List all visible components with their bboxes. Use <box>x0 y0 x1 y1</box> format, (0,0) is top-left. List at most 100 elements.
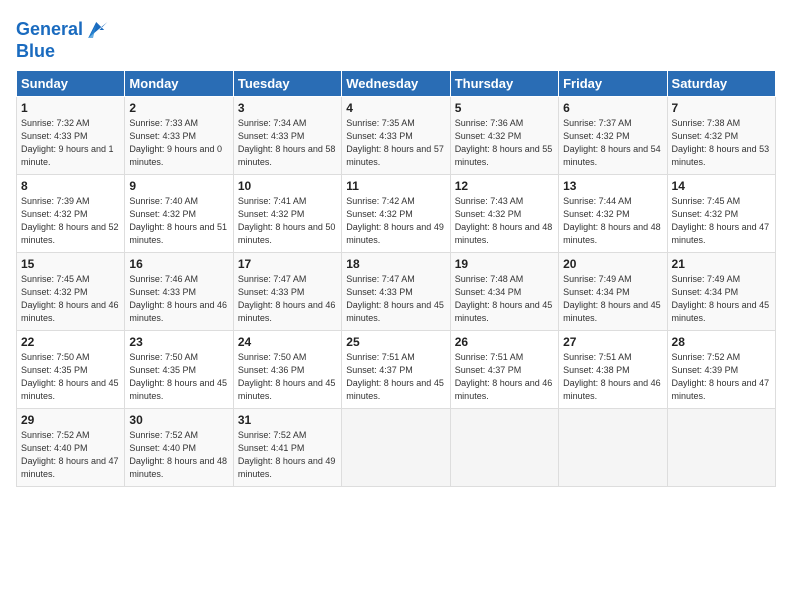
day-number: 30 <box>129 413 228 427</box>
logo-icon <box>85 18 109 42</box>
weekday-friday: Friday <box>559 70 667 96</box>
day-number: 5 <box>455 101 554 115</box>
day-info: Sunrise: 7:49 AM Sunset: 4:34 PM Dayligh… <box>672 273 771 325</box>
calendar-cell: 2 Sunrise: 7:33 AM Sunset: 4:33 PM Dayli… <box>125 96 233 174</box>
day-info: Sunrise: 7:34 AM Sunset: 4:33 PM Dayligh… <box>238 117 337 169</box>
day-number: 12 <box>455 179 554 193</box>
day-number: 17 <box>238 257 337 271</box>
day-info: Sunrise: 7:51 AM Sunset: 4:38 PM Dayligh… <box>563 351 662 403</box>
calendar-cell: 8 Sunrise: 7:39 AM Sunset: 4:32 PM Dayli… <box>17 174 125 252</box>
calendar-cell: 28 Sunrise: 7:52 AM Sunset: 4:39 PM Dayl… <box>667 330 775 408</box>
calendar-cell <box>667 408 775 486</box>
day-number: 24 <box>238 335 337 349</box>
calendar-table: SundayMondayTuesdayWednesdayThursdayFrid… <box>16 70 776 487</box>
calendar-cell: 20 Sunrise: 7:49 AM Sunset: 4:34 PM Dayl… <box>559 252 667 330</box>
day-info: Sunrise: 7:47 AM Sunset: 4:33 PM Dayligh… <box>346 273 445 325</box>
day-number: 8 <box>21 179 120 193</box>
logo-text2: Blue <box>16 42 109 62</box>
day-info: Sunrise: 7:52 AM Sunset: 4:39 PM Dayligh… <box>672 351 771 403</box>
day-number: 31 <box>238 413 337 427</box>
day-number: 22 <box>21 335 120 349</box>
day-number: 11 <box>346 179 445 193</box>
calendar-cell: 18 Sunrise: 7:47 AM Sunset: 4:33 PM Dayl… <box>342 252 450 330</box>
day-info: Sunrise: 7:33 AM Sunset: 4:33 PM Dayligh… <box>129 117 228 169</box>
week-row-2: 15 Sunrise: 7:45 AM Sunset: 4:32 PM Dayl… <box>17 252 776 330</box>
day-info: Sunrise: 7:50 AM Sunset: 4:35 PM Dayligh… <box>129 351 228 403</box>
day-number: 28 <box>672 335 771 349</box>
calendar-cell: 4 Sunrise: 7:35 AM Sunset: 4:33 PM Dayli… <box>342 96 450 174</box>
day-info: Sunrise: 7:42 AM Sunset: 4:32 PM Dayligh… <box>346 195 445 247</box>
day-info: Sunrise: 7:52 AM Sunset: 4:40 PM Dayligh… <box>21 429 120 481</box>
calendar-cell: 17 Sunrise: 7:47 AM Sunset: 4:33 PM Dayl… <box>233 252 341 330</box>
day-info: Sunrise: 7:52 AM Sunset: 4:41 PM Dayligh… <box>238 429 337 481</box>
day-number: 2 <box>129 101 228 115</box>
calendar-cell: 13 Sunrise: 7:44 AM Sunset: 4:32 PM Dayl… <box>559 174 667 252</box>
calendar-cell: 27 Sunrise: 7:51 AM Sunset: 4:38 PM Dayl… <box>559 330 667 408</box>
day-number: 6 <box>563 101 662 115</box>
calendar-cell: 21 Sunrise: 7:49 AM Sunset: 4:34 PM Dayl… <box>667 252 775 330</box>
day-number: 29 <box>21 413 120 427</box>
day-info: Sunrise: 7:44 AM Sunset: 4:32 PM Dayligh… <box>563 195 662 247</box>
day-info: Sunrise: 7:52 AM Sunset: 4:40 PM Dayligh… <box>129 429 228 481</box>
day-number: 4 <box>346 101 445 115</box>
day-number: 10 <box>238 179 337 193</box>
week-row-4: 29 Sunrise: 7:52 AM Sunset: 4:40 PM Dayl… <box>17 408 776 486</box>
day-info: Sunrise: 7:40 AM Sunset: 4:32 PM Dayligh… <box>129 195 228 247</box>
day-number: 15 <box>21 257 120 271</box>
day-number: 16 <box>129 257 228 271</box>
calendar-cell: 12 Sunrise: 7:43 AM Sunset: 4:32 PM Dayl… <box>450 174 558 252</box>
calendar-cell: 3 Sunrise: 7:34 AM Sunset: 4:33 PM Dayli… <box>233 96 341 174</box>
week-row-0: 1 Sunrise: 7:32 AM Sunset: 4:33 PM Dayli… <box>17 96 776 174</box>
day-info: Sunrise: 7:51 AM Sunset: 4:37 PM Dayligh… <box>455 351 554 403</box>
calendar-cell: 5 Sunrise: 7:36 AM Sunset: 4:32 PM Dayli… <box>450 96 558 174</box>
page: General Blue SundayMondayTuesdayWednesda… <box>0 0 792 612</box>
day-number: 27 <box>563 335 662 349</box>
day-number: 21 <box>672 257 771 271</box>
day-info: Sunrise: 7:37 AM Sunset: 4:32 PM Dayligh… <box>563 117 662 169</box>
day-info: Sunrise: 7:36 AM Sunset: 4:32 PM Dayligh… <box>455 117 554 169</box>
weekday-wednesday: Wednesday <box>342 70 450 96</box>
calendar-cell: 6 Sunrise: 7:37 AM Sunset: 4:32 PM Dayli… <box>559 96 667 174</box>
calendar-cell <box>559 408 667 486</box>
calendar-cell: 16 Sunrise: 7:46 AM Sunset: 4:33 PM Dayl… <box>125 252 233 330</box>
day-number: 9 <box>129 179 228 193</box>
calendar-cell: 14 Sunrise: 7:45 AM Sunset: 4:32 PM Dayl… <box>667 174 775 252</box>
weekday-tuesday: Tuesday <box>233 70 341 96</box>
day-number: 14 <box>672 179 771 193</box>
weekday-sunday: Sunday <box>17 70 125 96</box>
day-info: Sunrise: 7:48 AM Sunset: 4:34 PM Dayligh… <box>455 273 554 325</box>
day-number: 19 <box>455 257 554 271</box>
day-info: Sunrise: 7:38 AM Sunset: 4:32 PM Dayligh… <box>672 117 771 169</box>
calendar-cell: 24 Sunrise: 7:50 AM Sunset: 4:36 PM Dayl… <box>233 330 341 408</box>
weekday-saturday: Saturday <box>667 70 775 96</box>
calendar-cell: 19 Sunrise: 7:48 AM Sunset: 4:34 PM Dayl… <box>450 252 558 330</box>
day-info: Sunrise: 7:45 AM Sunset: 4:32 PM Dayligh… <box>21 273 120 325</box>
day-info: Sunrise: 7:35 AM Sunset: 4:33 PM Dayligh… <box>346 117 445 169</box>
day-number: 3 <box>238 101 337 115</box>
calendar-cell <box>342 408 450 486</box>
weekday-monday: Monday <box>125 70 233 96</box>
week-row-1: 8 Sunrise: 7:39 AM Sunset: 4:32 PM Dayli… <box>17 174 776 252</box>
calendar-cell: 22 Sunrise: 7:50 AM Sunset: 4:35 PM Dayl… <box>17 330 125 408</box>
logo: General Blue <box>16 18 109 62</box>
calendar-cell: 11 Sunrise: 7:42 AM Sunset: 4:32 PM Dayl… <box>342 174 450 252</box>
calendar-cell: 30 Sunrise: 7:52 AM Sunset: 4:40 PM Dayl… <box>125 408 233 486</box>
day-info: Sunrise: 7:45 AM Sunset: 4:32 PM Dayligh… <box>672 195 771 247</box>
header: General Blue <box>16 14 776 62</box>
week-row-3: 22 Sunrise: 7:50 AM Sunset: 4:35 PM Dayl… <box>17 330 776 408</box>
calendar-cell: 26 Sunrise: 7:51 AM Sunset: 4:37 PM Dayl… <box>450 330 558 408</box>
day-number: 26 <box>455 335 554 349</box>
calendar-cell <box>450 408 558 486</box>
day-info: Sunrise: 7:47 AM Sunset: 4:33 PM Dayligh… <box>238 273 337 325</box>
day-info: Sunrise: 7:46 AM Sunset: 4:33 PM Dayligh… <box>129 273 228 325</box>
day-info: Sunrise: 7:41 AM Sunset: 4:32 PM Dayligh… <box>238 195 337 247</box>
weekday-header-row: SundayMondayTuesdayWednesdayThursdayFrid… <box>17 70 776 96</box>
calendar-cell: 10 Sunrise: 7:41 AM Sunset: 4:32 PM Dayl… <box>233 174 341 252</box>
day-info: Sunrise: 7:43 AM Sunset: 4:32 PM Dayligh… <box>455 195 554 247</box>
day-info: Sunrise: 7:49 AM Sunset: 4:34 PM Dayligh… <box>563 273 662 325</box>
calendar-cell: 31 Sunrise: 7:52 AM Sunset: 4:41 PM Dayl… <box>233 408 341 486</box>
calendar-cell: 25 Sunrise: 7:51 AM Sunset: 4:37 PM Dayl… <box>342 330 450 408</box>
day-number: 23 <box>129 335 228 349</box>
calendar-cell: 29 Sunrise: 7:52 AM Sunset: 4:40 PM Dayl… <box>17 408 125 486</box>
calendar-cell: 15 Sunrise: 7:45 AM Sunset: 4:32 PM Dayl… <box>17 252 125 330</box>
